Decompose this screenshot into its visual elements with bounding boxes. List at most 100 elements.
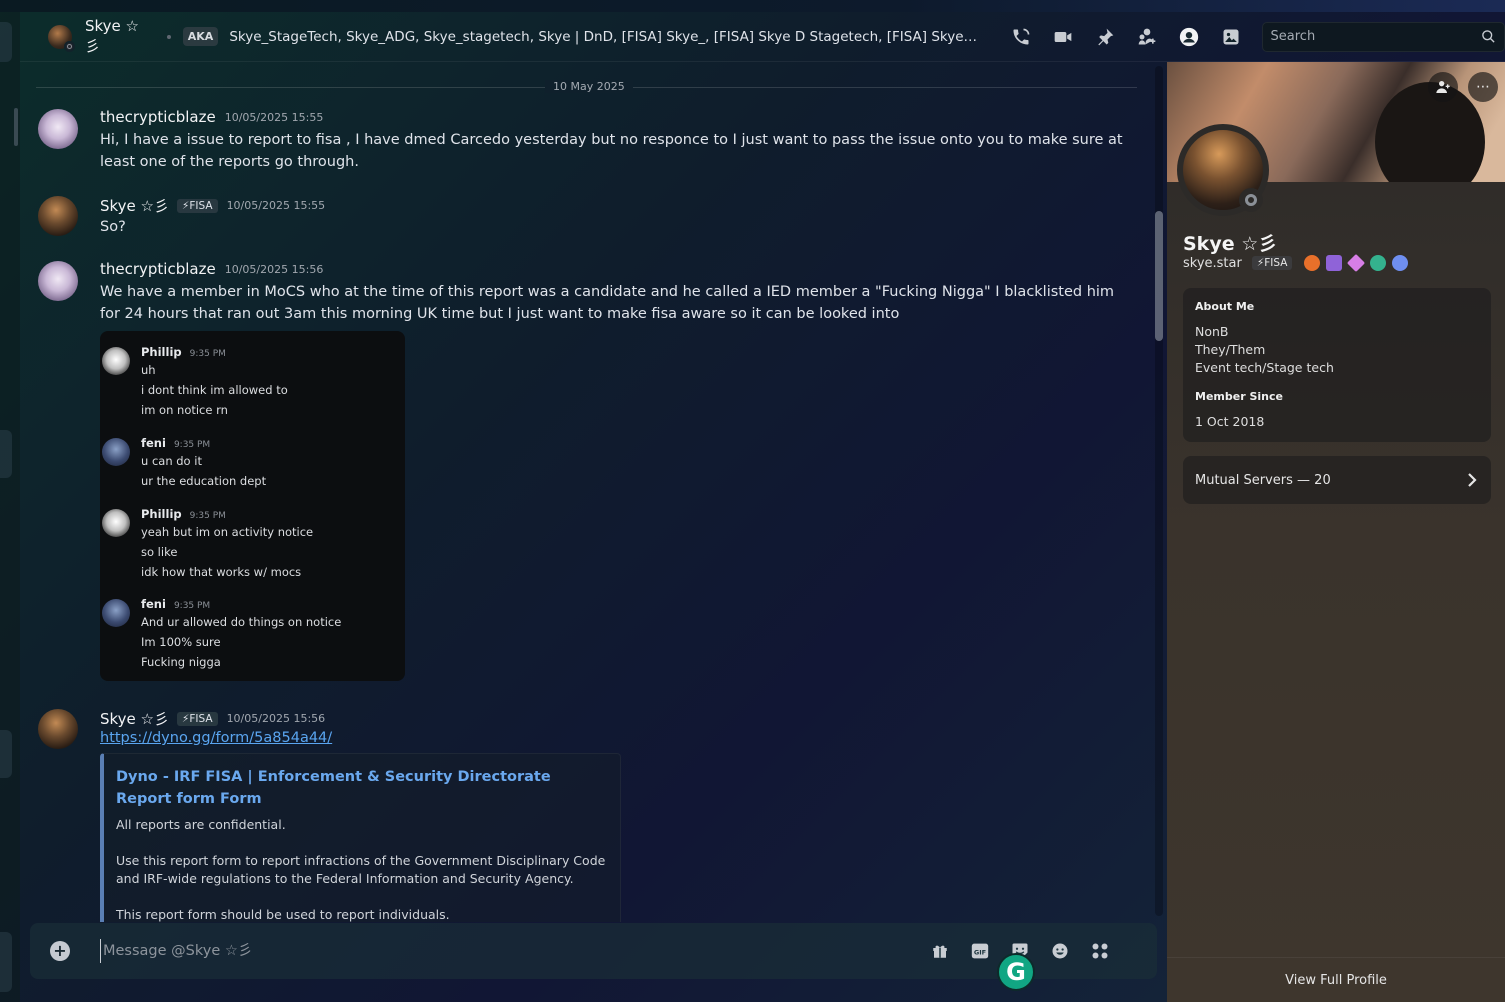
guild-tag-badge[interactable]: ⚡FISA — [1251, 256, 1293, 270]
sidebar-indicator — [14, 108, 18, 146]
avatar[interactable] — [38, 196, 78, 236]
media-gallery-icon[interactable] — [1210, 22, 1252, 52]
sidebar-item[interactable] — [0, 430, 12, 478]
avatar — [102, 509, 130, 537]
message-header: thecrypticblaze 10/05/2025 15:55 — [100, 108, 323, 126]
member-since-date: 1 Oct 2018 — [1195, 414, 1265, 429]
emoji-icon[interactable] — [1040, 936, 1080, 966]
avatar[interactable] — [38, 109, 78, 149]
add-friend-icon[interactable] — [1428, 72, 1458, 102]
user-profile-icon[interactable] — [1168, 22, 1210, 52]
screenshot-line: uh — [141, 363, 156, 377]
avatar[interactable] — [38, 261, 78, 301]
sidebar-item[interactable] — [0, 22, 12, 62]
search-placeholder: Search — [1270, 29, 1316, 44]
more-options-icon[interactable]: ⋯ — [1468, 72, 1498, 102]
badge-icon[interactable] — [1347, 253, 1366, 273]
timestamp: 10/05/2025 15:55 — [226, 199, 326, 212]
search-input[interactable]: Search — [1261, 21, 1505, 52]
about-line: They/Them — [1195, 342, 1266, 357]
view-full-profile-button[interactable]: View Full Profile — [1167, 957, 1505, 1002]
top-strip — [0, 0, 1505, 12]
status-indicator — [63, 40, 75, 52]
badge-icon[interactable] — [1392, 255, 1409, 271]
sidebar-item[interactable] — [0, 730, 12, 778]
date-divider: 10 May 2025 — [545, 80, 633, 93]
screenshot-line: so like — [141, 545, 178, 559]
add-friends-to-dm-icon[interactable] — [1126, 22, 1168, 52]
status-indicator — [1239, 188, 1263, 212]
screenshot-line: i dont think im allowed to — [141, 383, 288, 397]
author-name[interactable]: Skye ☆彡 — [100, 708, 169, 729]
mutual-servers-button[interactable]: Mutual Servers — 20 — [1183, 456, 1491, 504]
avatar — [102, 438, 130, 466]
screenshot-line: And ur allowed do things on notice — [141, 615, 342, 629]
embed-text: This report form should be used to repor… — [116, 907, 450, 922]
badge-icon[interactable] — [1304, 255, 1321, 271]
image-attachment[interactable]: Phillip 9:35 PM uh i dont think im allowe… — [100, 331, 405, 681]
embed-text: Use this report form to report infractio… — [116, 853, 606, 886]
search-icon — [1482, 30, 1495, 43]
embed-title[interactable]: Dyno - IRF FISA | Enforcement & Security… — [116, 766, 606, 810]
video-camera-icon[interactable] — [1042, 22, 1084, 52]
chevron-right-icon — [1468, 473, 1477, 487]
svg-text:GIF: GIF — [974, 948, 986, 956]
screenshot-line: u can do it — [141, 454, 202, 468]
scrollbar-thumb[interactable] — [1155, 211, 1163, 341]
avatar — [102, 347, 130, 375]
timestamp: 10/05/2025 15:56 — [224, 262, 324, 276]
embed-text: All reports are confidential. — [116, 817, 286, 832]
message-input[interactable] — [100, 939, 910, 963]
timestamp: 10/05/2025 15:56 — [226, 712, 326, 725]
screenshot-line: ur the education dept — [141, 474, 267, 488]
avatar — [102, 599, 130, 627]
message-list: 10 May 2025 thecrypticblaze 10/05/2025 1… — [20, 62, 1156, 922]
separator-dot — [166, 34, 171, 39]
author-name[interactable]: thecrypticblaze — [100, 260, 216, 278]
member-since-heading: Member Since — [1195, 390, 1283, 403]
screenshot-line: idk how that works w/ mocs — [141, 565, 302, 579]
aka-badge: AKA — [182, 27, 219, 46]
screenshot-line: im on notice rn — [141, 403, 228, 417]
message-header: Skye ☆彡 ⚡FISA 10/05/2025 15:56 — [100, 708, 325, 729]
profile-display-name: Skye ☆彡 — [1183, 233, 1278, 255]
about-card: About Me NonB They/Them Event tech/Stage… — [1183, 288, 1491, 442]
message-header: Skye ☆彡 ⚡FISA 10/05/2025 15:55 — [100, 195, 325, 216]
screenshot-author: Phillip 9:35 PM — [141, 507, 226, 521]
screenshot-author: feni 9:35 PM — [141, 597, 211, 611]
guild-tag-badge[interactable]: ⚡FISA — [177, 198, 218, 213]
badge-icon[interactable] — [1326, 255, 1343, 271]
avatar[interactable] — [38, 709, 78, 749]
grammarly-icon[interactable]: G — [997, 953, 1035, 991]
message-header: thecrypticblaze 10/05/2025 15:56 — [100, 260, 323, 278]
message-text: We have a member in MoCS who at the time… — [100, 284, 1115, 322]
profile-handle-row: skye.star ⚡FISA — [1183, 253, 1414, 273]
header-toolbar — [1000, 22, 1252, 52]
about-line: NonB — [1195, 324, 1229, 339]
message-composer: + GIF — [30, 923, 1157, 979]
screenshot-line: Im 100% sure — [141, 635, 221, 649]
sidebar-item[interactable] — [0, 932, 12, 992]
gift-icon[interactable] — [920, 936, 960, 966]
header-avatar[interactable] — [48, 24, 75, 52]
apps-icon[interactable] — [1080, 936, 1120, 966]
screenshot-line: yeah but im on activity notice — [141, 525, 314, 539]
aka-names[interactable]: Skye_StageTech, Skye_ADG, Skye_stagetech… — [229, 29, 983, 45]
chat-scrollbar[interactable] — [1155, 66, 1163, 916]
header-username[interactable]: Skye ☆彡 — [85, 17, 154, 56]
message-text: So? — [100, 219, 126, 235]
phone-call-icon[interactable] — [1000, 22, 1042, 52]
author-name[interactable]: thecrypticblaze — [100, 108, 216, 126]
pin-icon[interactable] — [1084, 22, 1126, 52]
message-link[interactable]: https://dyno.gg/form/5a854a44/ — [100, 730, 332, 746]
dm-header: Skye ☆彡 AKA Skye_StageTech, Skye_ADG, Sk… — [20, 12, 1505, 62]
gif-icon[interactable]: GIF — [960, 936, 1000, 966]
profile-badges — [1304, 253, 1414, 273]
author-name[interactable]: Skye ☆彡 — [100, 195, 169, 216]
profile-username[interactable]: skye.star — [1183, 256, 1242, 271]
guild-tag-badge[interactable]: ⚡FISA — [177, 711, 218, 726]
message-text: Hi, I have a issue to report to fisa , I… — [100, 132, 1123, 170]
badge-icon[interactable] — [1370, 255, 1387, 271]
timestamp: 10/05/2025 15:55 — [224, 110, 324, 124]
upload-plus-icon[interactable]: + — [50, 941, 70, 961]
